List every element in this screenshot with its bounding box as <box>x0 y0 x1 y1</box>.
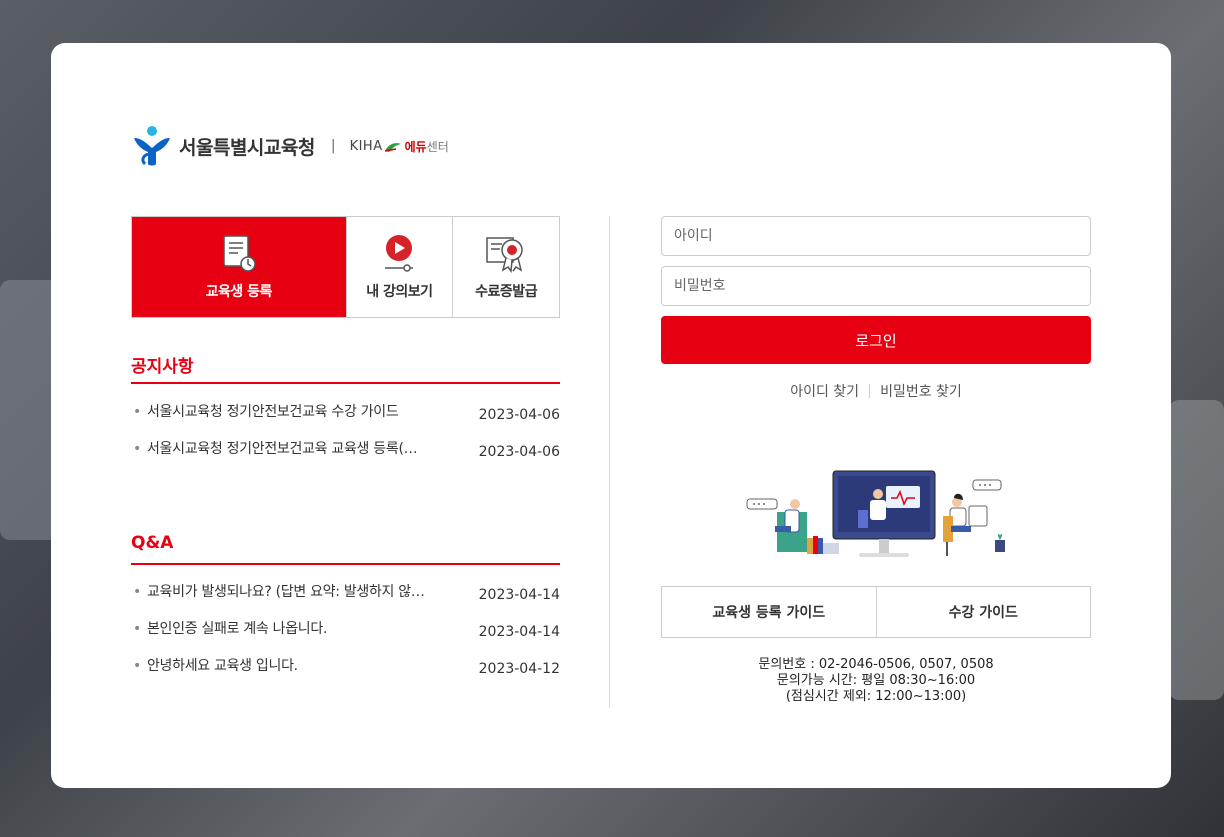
tab-student-register[interactable]: 교육생 등록 <box>132 217 346 317</box>
partner-name: 에듀 <box>404 139 427 154</box>
logo-separator: | <box>330 138 336 154</box>
contact-hours: 문의가능 시간: 평일 08:30~16:00 <box>776 673 976 688</box>
qna-item-date: 2023-04-14 <box>478 624 560 640</box>
tab-label: 교육생 등록 <box>205 284 273 300</box>
contact-info: 문의번호 : 02-2046-0506, 0507, 0508 문의가능 시간:… <box>661 657 1091 705</box>
find-id-link[interactable]: 아이디 찾기 <box>790 381 859 401</box>
tab-certificate[interactable]: 수료증발급 <box>452 217 559 317</box>
guide-buttons: 교육생 등록 가이드 수강 가이드 <box>661 586 1091 638</box>
link-separator <box>869 384 871 398</box>
partner-suffix: 센터 <box>426 139 449 154</box>
qna-item[interactable]: 본인인증 실패로 계속 나옵니다. 2023-04-14 <box>131 618 560 640</box>
course-guide-button[interactable]: 수강 가이드 <box>875 587 1091 637</box>
telemedicine-illustration <box>746 470 1005 557</box>
tab-label: 수료증발급 <box>475 284 538 300</box>
document-icon <box>223 235 256 272</box>
notice-item-text: 서울시교육청 정기안전보건교육 수강 가이드 <box>131 401 398 421</box>
notice-item-date: 2023-04-06 <box>478 444 560 460</box>
qna-item-date: 2023-04-12 <box>478 661 560 677</box>
play-icon <box>385 235 414 272</box>
vertical-divider <box>609 216 610 708</box>
certificate-icon <box>486 237 523 273</box>
login-button[interactable]: 로그인 <box>661 316 1091 364</box>
notice-item[interactable]: 서울시교육청 정기안전보건교육 수강 가이드 2023-04-06 <box>131 401 560 423</box>
background-shape <box>1169 400 1224 700</box>
notice-item-text: 서울시교육청 정기안전보건교육 교육생 등록(… <box>131 438 417 458</box>
qna-divider <box>131 563 560 565</box>
qna-item-text: 교육비가 발생되나요? (답변 요약: 발생하지 않… <box>131 581 425 601</box>
contact-lunch: (점심시간 제외: 12:00~13:00) <box>785 689 967 704</box>
register-guide-button[interactable]: 교육생 등록 가이드 <box>662 587 876 637</box>
qna-title[interactable]: Q&A <box>131 533 173 553</box>
notice-item[interactable]: 서울시교육청 정기안전보건교육 교육생 등록(… 2023-04-06 <box>131 438 560 460</box>
seoul-edu-logo-icon <box>134 126 170 166</box>
qna-item-date: 2023-04-14 <box>478 587 560 603</box>
id-input[interactable] <box>661 216 1091 256</box>
qna-item-text: 안녕하세요 교육생 입니다. <box>131 655 298 675</box>
find-account-links: 아이디 찾기 비밀번호 찾기 <box>661 381 1091 401</box>
find-password-link[interactable]: 비밀번호 찾기 <box>880 381 962 401</box>
quick-menu-tabs: 교육생 등록 내 강의보기 수료증발급 <box>131 216 560 318</box>
qna-item[interactable]: 안녕하세요 교육생 입니다. 2023-04-12 <box>131 655 560 677</box>
notice-divider <box>131 382 560 384</box>
qna-item[interactable]: 교육비가 발생되나요? (답변 요약: 발생하지 않… 2023-04-14 <box>131 581 560 603</box>
tab-my-lectures[interactable]: 내 강의보기 <box>345 217 453 317</box>
login-card: 서울특별시교육청 | KIHA 에듀 센터 교육생 등록 내 강의보기 수료증발… <box>51 43 1171 788</box>
notice-title[interactable]: 공지사항 <box>131 352 194 377</box>
partner-logo-text: KIHA <box>349 138 383 154</box>
contact-phone: 문의번호 : 02-2046-0506, 0507, 0508 <box>758 657 994 672</box>
notice-item-date: 2023-04-06 <box>478 407 560 423</box>
tab-label: 내 강의보기 <box>366 284 433 300</box>
org-name: 서울특별시교육청 <box>179 136 315 159</box>
qna-item-text: 본인인증 실패로 계속 나옵니다. <box>131 618 327 638</box>
leaf-icon <box>384 143 401 152</box>
password-input[interactable] <box>661 266 1091 306</box>
header-logo[interactable]: 서울특별시교육청 | KIHA 에듀 센터 <box>131 123 449 169</box>
